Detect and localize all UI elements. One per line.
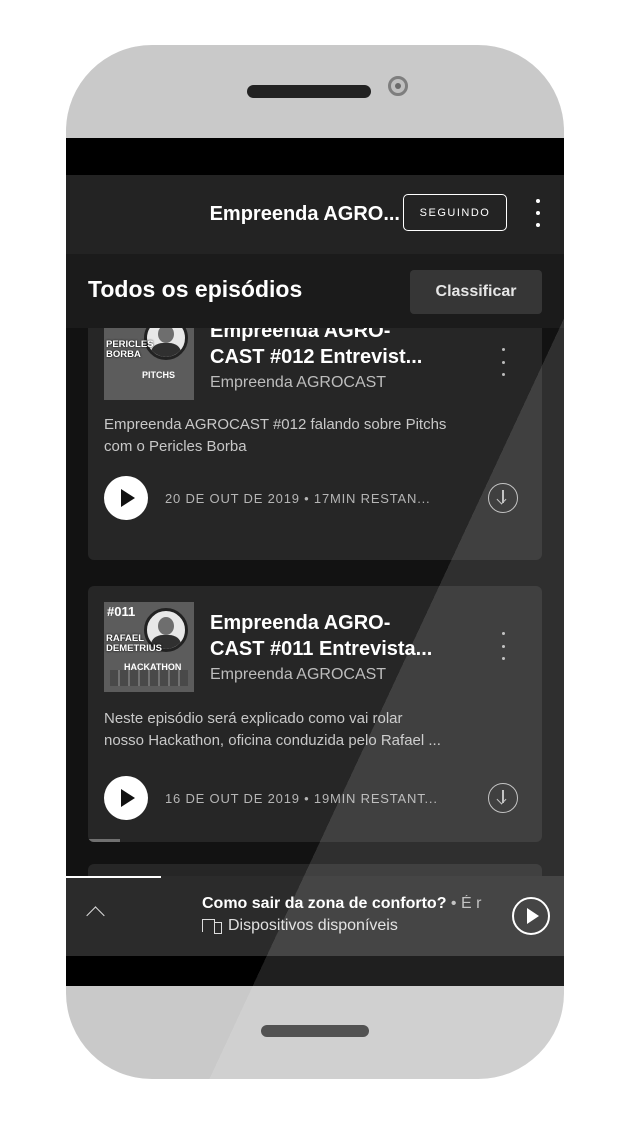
episode-description: Neste episódio será explicado como vai r… <box>104 710 441 749</box>
phone-frame: Empreenda AGRO... SEGUINDO Todos os epis… <box>66 45 564 1079</box>
devices-available[interactable]: Dispositivos disponíveis <box>202 917 398 935</box>
mini-play-button[interactable] <box>512 897 550 935</box>
home-indicator <box>261 1025 369 1037</box>
episode-card[interactable] <box>88 864 542 876</box>
episode-title[interactable]: Empreenda AGRO- CAST #011 Entrevista... <box>210 610 472 662</box>
now-playing-title[interactable]: Como sair da zona de conforto? • É r <box>202 895 484 913</box>
download-icon[interactable] <box>488 783 518 813</box>
episode-show-name: Empreenda AGROCAST <box>210 374 387 391</box>
episode-description: Empreenda AGROCAST #012 falando sobre Pi… <box>104 416 447 455</box>
phone-speaker <box>247 85 371 98</box>
episode-thumbnail: #011 RAFAEL DEMETRIUS HACKATHON <box>104 602 194 692</box>
episode-list[interactable]: #012 PERICLES BORBA PITCHS Empreenda AGR… <box>66 328 564 876</box>
thumbnail-number: #011 <box>107 604 136 619</box>
play-button[interactable] <box>104 476 148 520</box>
show-title: Empreenda AGRO... <box>209 203 400 225</box>
play-button[interactable] <box>104 776 148 820</box>
app-header: Empreenda AGRO... SEGUINDO <box>66 175 564 254</box>
now-playing-bar[interactable]: Como sair da zona de conforto? • É r Dis… <box>66 876 564 956</box>
more-options-icon[interactable] <box>528 197 548 229</box>
episode-meta: 16 DE OUT DE 2019 • 19MIN RESTANT... <box>165 791 438 806</box>
episode-thumbnail: #012 PERICLES BORBA PITCHS <box>104 328 194 400</box>
list-title: Todos os episódios <box>88 276 303 302</box>
episode-list-header: Todos os episódios Classificar <box>66 254 564 328</box>
thumbnail-guest-name: RAFAEL DEMETRIUS <box>106 633 162 654</box>
status-bar <box>66 138 564 175</box>
episode-meta: 20 DE OUT DE 2019 • 17MIN RESTAN... <box>165 491 431 506</box>
episode-more-icon[interactable] <box>500 348 506 376</box>
episode-card[interactable]: #011 RAFAEL DEMETRIUS HACKATHON Empreend… <box>88 586 542 842</box>
episode-title[interactable]: Empreenda AGRO- CAST #012 Entrevist... <box>210 328 472 370</box>
chevron-up-icon[interactable] <box>86 906 105 925</box>
devices-label: Dispositivos disponíveis <box>228 917 398 934</box>
keyboard-graphic <box>110 670 188 686</box>
thumbnail-topic: PITCHS <box>142 370 176 380</box>
thumbnail-guest-name: PERICLES BORBA <box>106 339 154 360</box>
episode-card[interactable]: #012 PERICLES BORBA PITCHS Empreenda AGR… <box>88 328 542 560</box>
episode-more-icon[interactable] <box>500 632 506 660</box>
episode-progress <box>88 839 120 842</box>
episode-show-name: Empreenda AGROCAST <box>210 666 387 683</box>
sort-button[interactable]: Classificar <box>410 270 542 314</box>
follow-button[interactable]: SEGUINDO <box>403 194 507 231</box>
bottom-strip <box>66 956 564 986</box>
devices-icon <box>202 919 222 934</box>
now-playing-progress <box>66 876 161 878</box>
download-icon[interactable] <box>488 483 518 513</box>
phone-camera <box>388 76 408 96</box>
app-screen: Empreenda AGRO... SEGUINDO Todos os epis… <box>66 138 564 986</box>
